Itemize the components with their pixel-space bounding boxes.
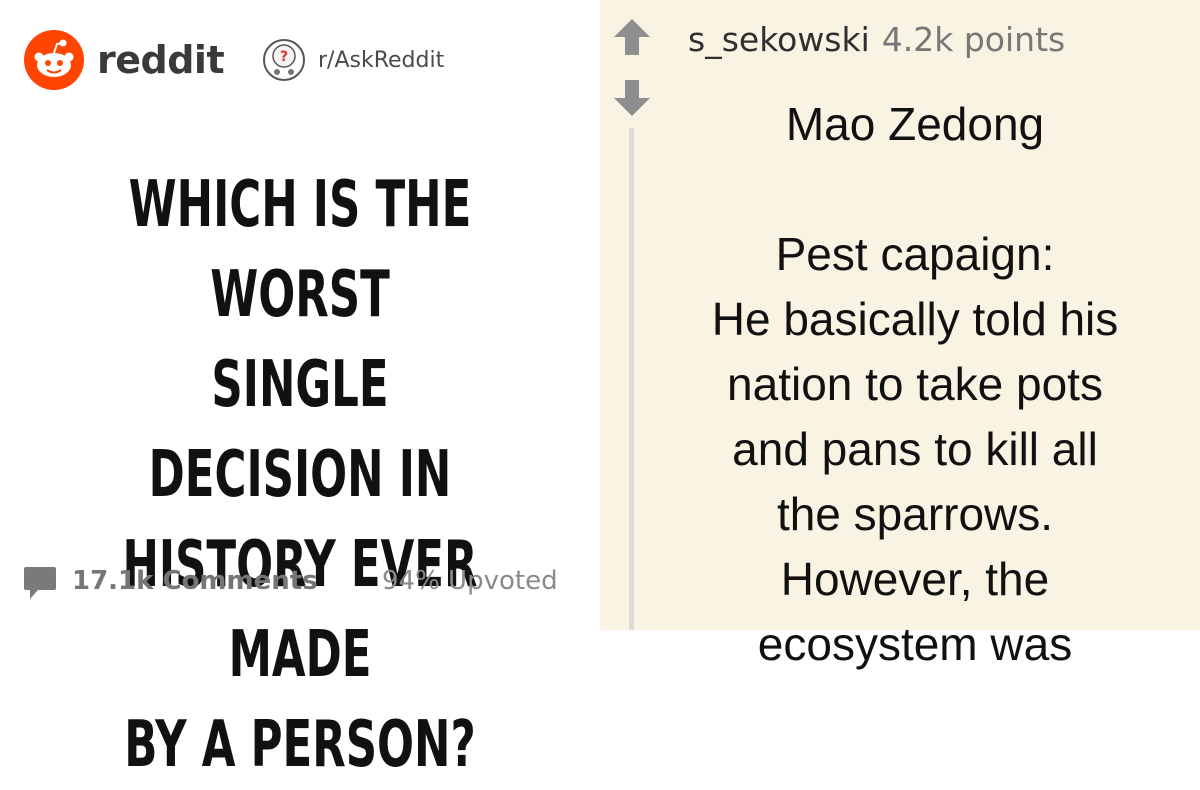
- reddit-brand[interactable]: reddit: [24, 30, 225, 90]
- subreddit-link[interactable]: ? r/AskReddit: [262, 38, 444, 82]
- brand-name: reddit: [97, 38, 225, 82]
- subreddit-name: r/AskReddit: [318, 47, 445, 73]
- upvote-ratio: 94% Upvoted: [382, 566, 558, 596]
- comment-body: Mao Zedong Pest capaign: He basically to…: [640, 92, 1190, 677]
- comment-meta: s_sekowski 4.2k points: [688, 20, 1065, 59]
- comment-bubble-icon: [24, 567, 56, 599]
- comments-count[interactable]: 17.1k Comments: [72, 566, 318, 596]
- svg-text:?: ?: [280, 49, 288, 65]
- reddit-snoo-icon: [24, 30, 84, 90]
- post-title: Which is the worst single decision in hi…: [122, 168, 478, 782]
- post-footer: 17.1k Comments 94% Upvoted: [22, 562, 582, 602]
- comment-points: 4.2k points: [881, 20, 1066, 59]
- comment-author[interactable]: s_sekowski: [688, 20, 870, 59]
- post-card: reddit ? r/AskReddit Which is the worst …: [0, 0, 600, 782]
- thread-line[interactable]: [629, 128, 634, 630]
- upvote-arrow-icon[interactable]: [612, 17, 652, 57]
- askreddit-icon: ?: [263, 39, 305, 81]
- comment-text: Pest capaign: He basically told his nati…: [711, 228, 1119, 670]
- comment-heading: Mao Zedong: [785, 98, 1045, 150]
